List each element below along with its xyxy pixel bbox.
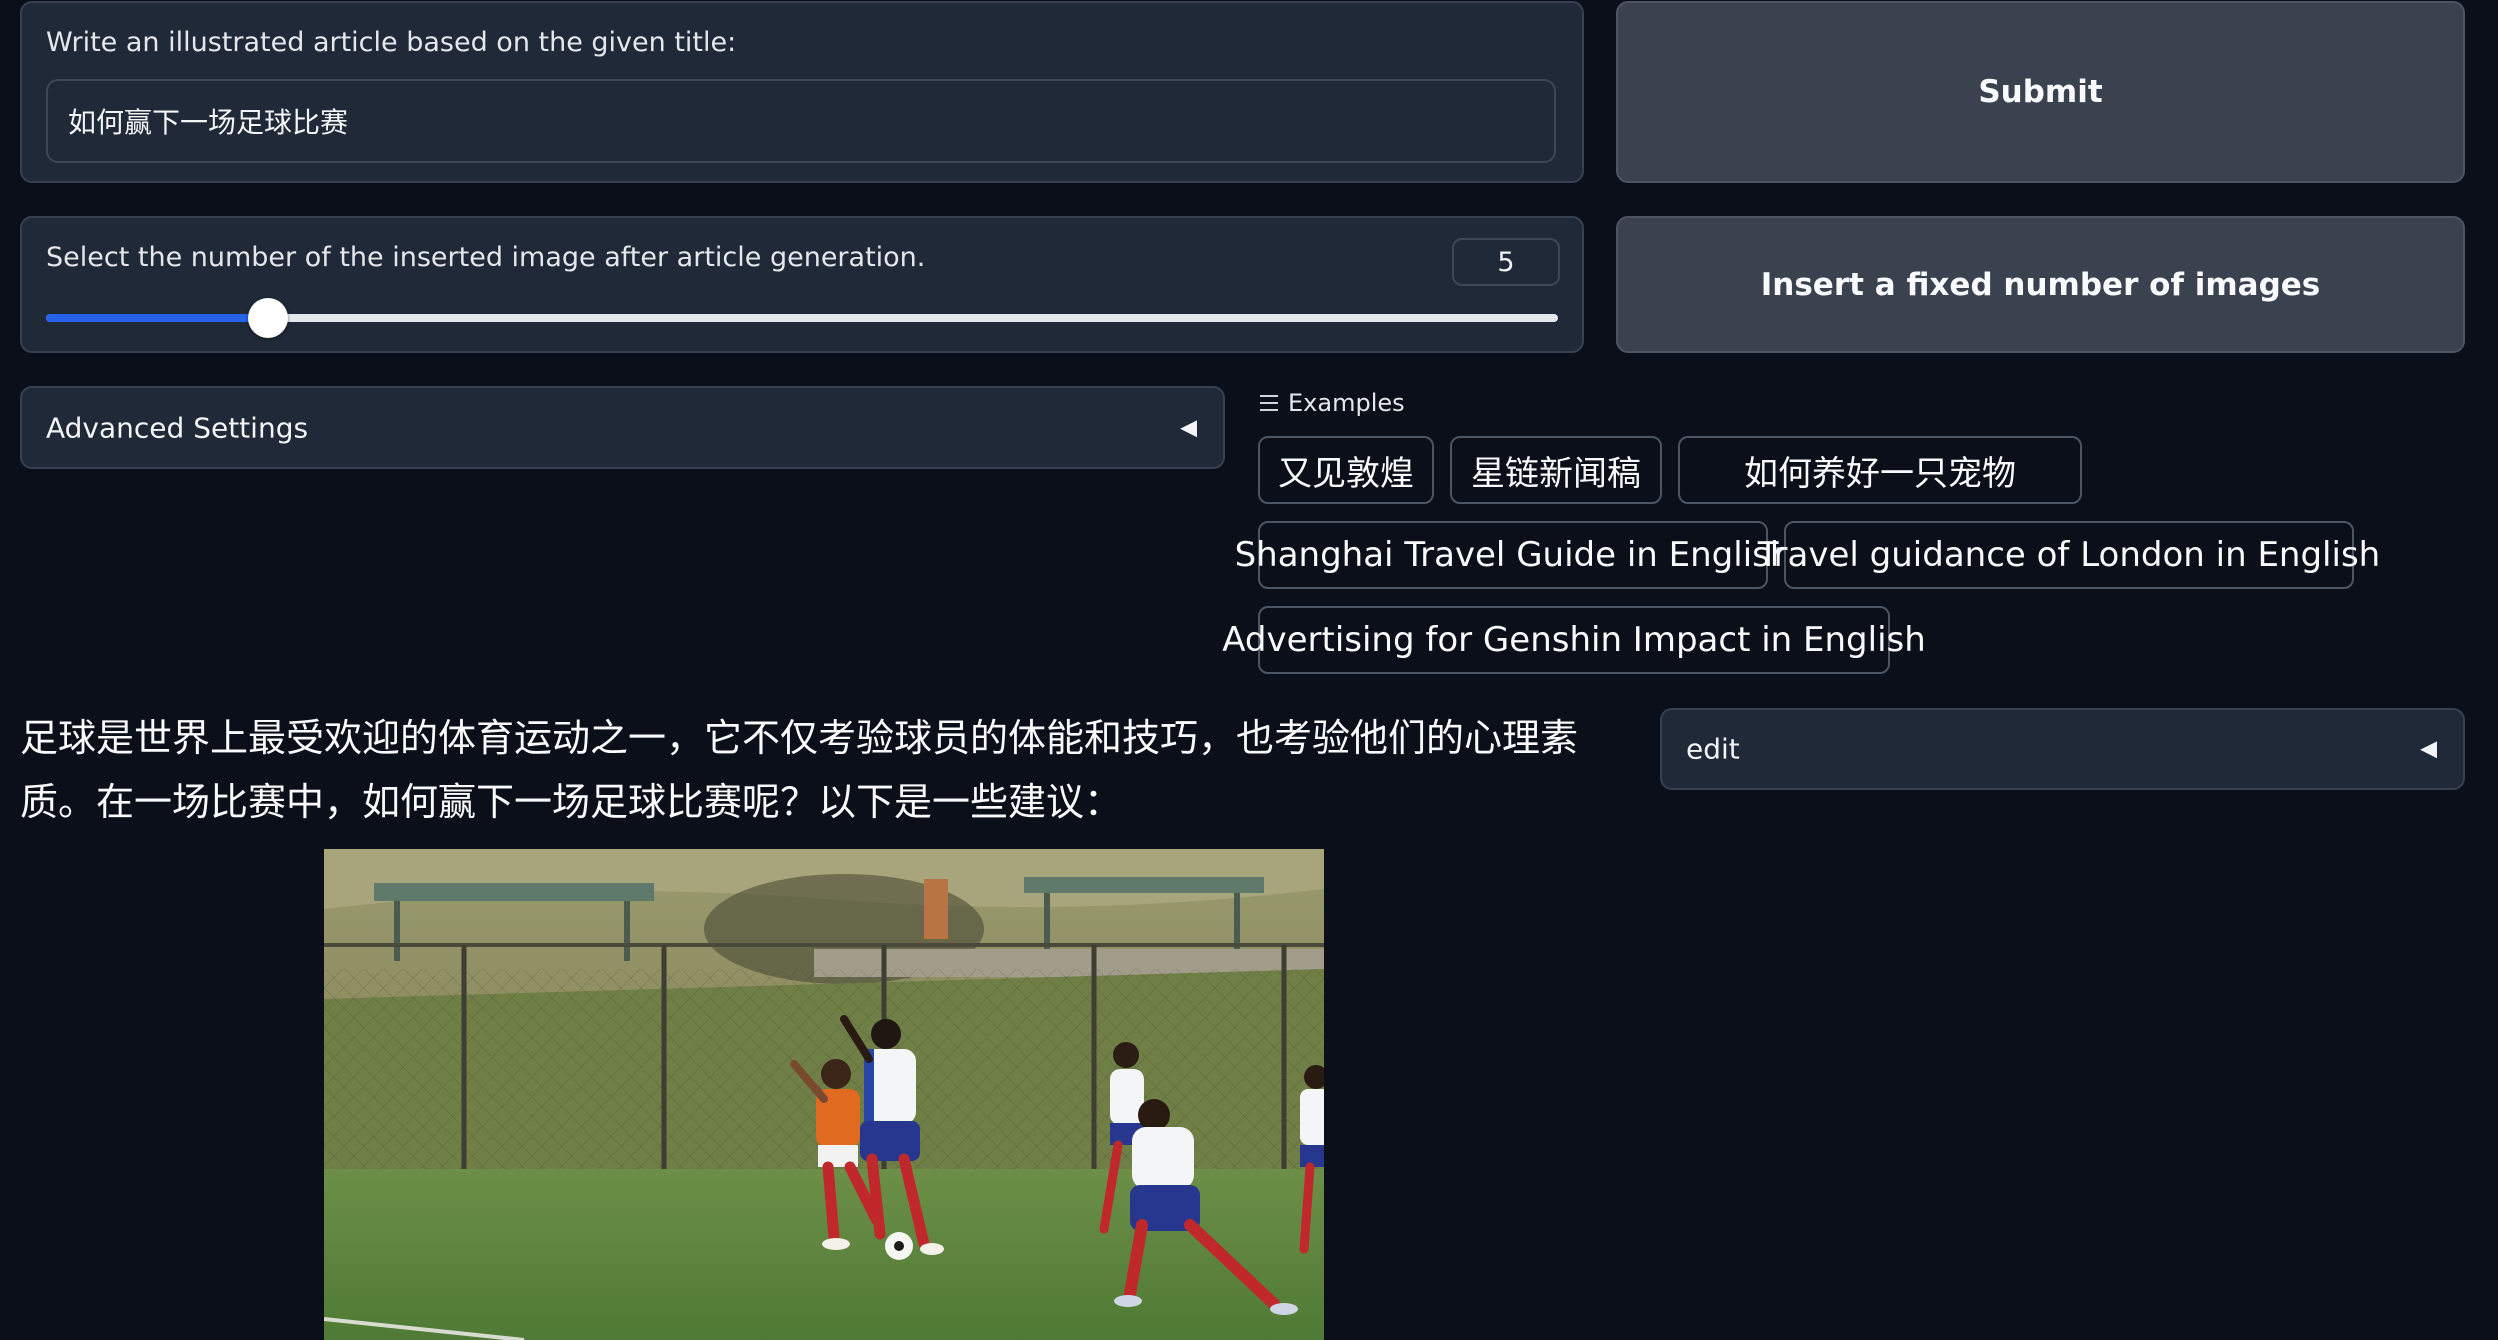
example-item[interactable]: Shanghai Travel Guide in English	[1235, 521, 1791, 589]
collapse-arrow-icon: ◀	[2420, 736, 2437, 762]
image-count-label: Select the number of the inserted image …	[46, 242, 926, 273]
edit-label: edit	[1686, 732, 1740, 766]
example-item[interactable]: Advertising for Genshin Impact in Englis…	[1222, 606, 1926, 674]
title-input-panel: Write an illustrated article based on th…	[20, 1, 1584, 183]
edit-accordion[interactable]: edit ◀	[1660, 708, 2465, 790]
example-item[interactable]: 又见敦煌	[1258, 436, 1434, 504]
image-count-panel: Select the number of the inserted image …	[20, 216, 1584, 353]
article-paragraph: 足球是世界上最受欢迎的体育运动之一，它不仅考验球员的体能和技巧，也考验他们的心理…	[20, 716, 1579, 824]
advanced-settings-label: Advanced Settings	[46, 411, 309, 444]
list-icon	[1260, 395, 1278, 411]
insert-images-button[interactable]: Insert a fixed number of images	[1616, 216, 2465, 353]
examples-header: Examples	[1260, 388, 1405, 418]
submit-button[interactable]: Submit	[1616, 1, 2465, 183]
image-count-slider-thumb[interactable]	[248, 298, 288, 338]
example-item[interactable]: 星链新闻稿	[1450, 436, 1662, 504]
advanced-settings-accordion[interactable]: Advanced Settings ◀	[20, 386, 1225, 469]
title-input-label: Write an illustrated article based on th…	[46, 27, 737, 58]
examples-heading: Examples	[1288, 389, 1405, 417]
collapse-arrow-icon: ◀	[1180, 415, 1197, 440]
image-count-slider-fill	[46, 314, 268, 322]
title-input[interactable]	[46, 79, 1556, 163]
example-item[interactable]: 如何养好一只宠物	[1678, 436, 2082, 504]
example-item[interactable]: Travel guidance of London in English	[1758, 521, 2380, 589]
article-image	[324, 849, 1324, 1340]
image-count-number-input[interactable]: 5	[1452, 238, 1560, 286]
